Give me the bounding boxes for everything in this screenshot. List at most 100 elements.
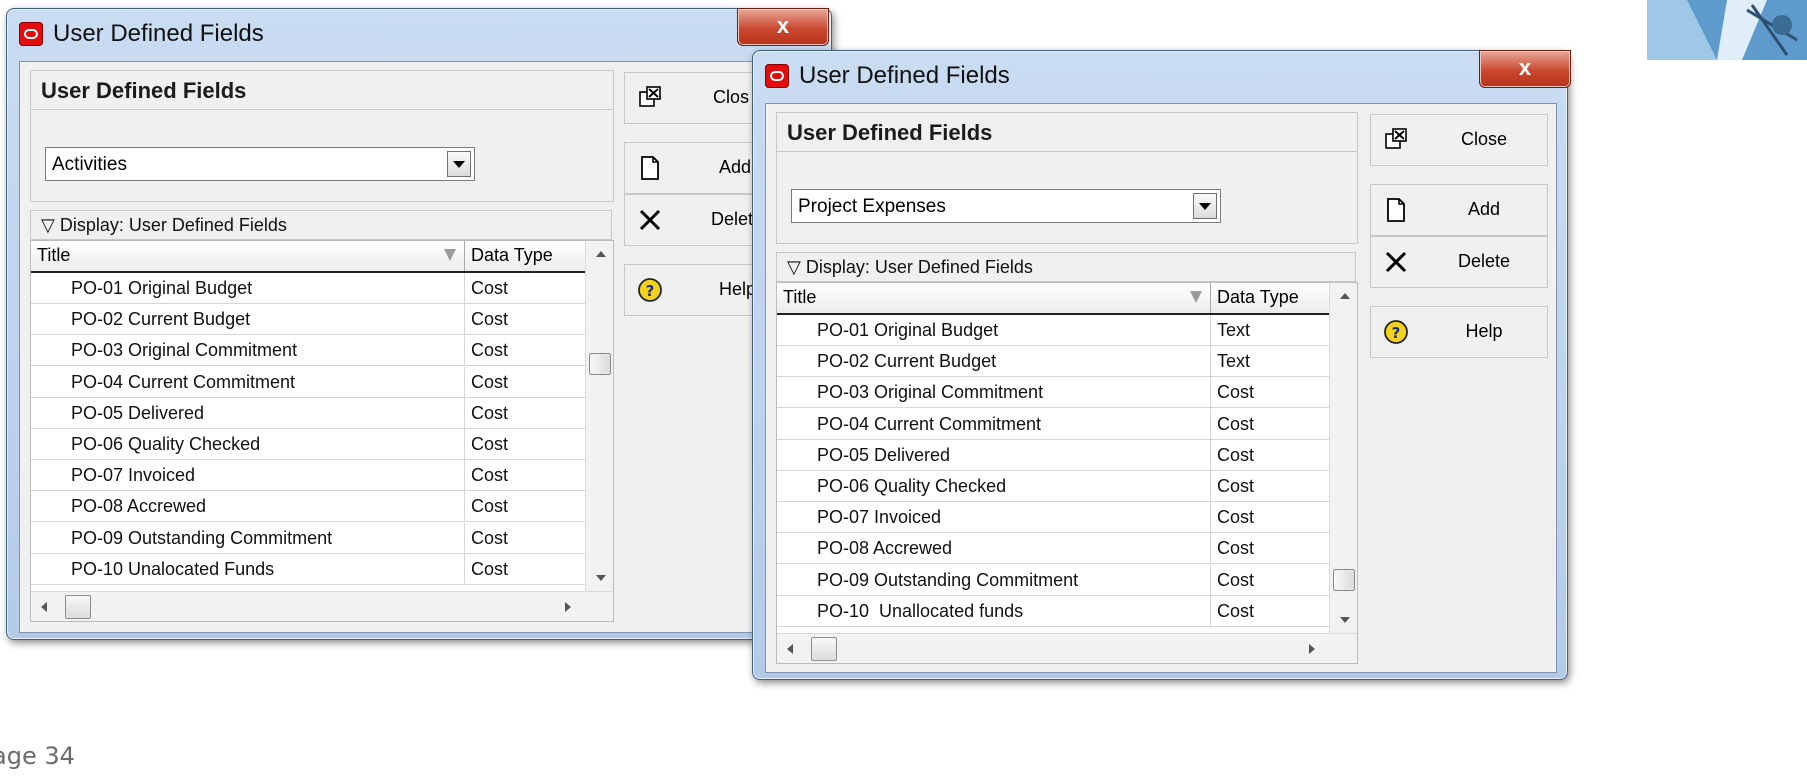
- title-bar[interactable]: User Defined Fields x: [7, 8, 831, 61]
- column-separator: [464, 429, 465, 460]
- table-row[interactable]: PO-05 Delivered Cost: [31, 397, 585, 429]
- column-separator: [1210, 346, 1211, 378]
- scroll-up-icon[interactable]: [1340, 293, 1350, 299]
- column-header-title[interactable]: Title: [31, 241, 465, 271]
- table-row[interactable]: PO-02 Current Budget Text: [777, 346, 1329, 378]
- horizontal-scrollbar[interactable]: [31, 591, 613, 621]
- new-document-icon: [641, 156, 659, 180]
- column-separator: [464, 491, 465, 523]
- window-close-button[interactable]: x: [1479, 50, 1571, 88]
- row-title: PO-03 Original Commitment: [71, 340, 298, 361]
- row-title: PO-08 Accrewed: [71, 496, 207, 517]
- user-defined-fields-window-activities: User Defined Fields x User Defined Field…: [6, 8, 832, 640]
- column-separator: [464, 522, 465, 554]
- row-title: PO-07 Invoiced: [817, 507, 942, 528]
- row-title: PO-05 Delivered: [71, 402, 205, 423]
- column-datatype-label: Data Type: [471, 245, 553, 265]
- scroll-left-icon[interactable]: [41, 602, 47, 612]
- scroll-thumb[interactable]: [1333, 569, 1355, 591]
- column-separator: [1210, 502, 1211, 534]
- table-row[interactable]: PO-10 Unalocated Funds Cost: [31, 553, 585, 585]
- table-header: Title Data Type: [777, 283, 1329, 315]
- table-row[interactable]: PO-06 Quality Checked Cost: [777, 471, 1329, 502]
- table-row[interactable]: PO-09 Outstanding Commitment Cost: [777, 564, 1329, 596]
- table-row[interactable]: PO-09 Outstanding Commitment Cost: [31, 522, 585, 554]
- udf-header-panel: User Defined Fields Activities: [30, 70, 614, 202]
- delete-x-icon: [1385, 251, 1407, 273]
- row-data-type: Cost: [471, 558, 509, 579]
- row-title: PO-01 Original Budget: [71, 278, 253, 298]
- scroll-thumb-horizontal[interactable]: [811, 637, 837, 661]
- add-button[interactable]: Add: [1370, 184, 1548, 236]
- table-row[interactable]: PO-01 Original Budget Cost: [31, 273, 585, 304]
- row-title: PO-03 Original Commitment: [817, 382, 1044, 403]
- chevron-down-icon[interactable]: [1193, 193, 1217, 219]
- chevron-down-icon[interactable]: [447, 151, 471, 177]
- table-row[interactable]: PO-08 Accrewed Cost: [777, 533, 1329, 565]
- row-data-type: Cost: [471, 527, 509, 548]
- row-data-type: Cost: [471, 465, 509, 486]
- filter-icon[interactable]: [1190, 291, 1202, 303]
- table-row[interactable]: PO-03 Original Commitment Cost: [31, 335, 585, 367]
- column-header-title[interactable]: Title: [777, 283, 1211, 313]
- subject-area-value: Project Expenses: [798, 196, 946, 217]
- column-separator: [1210, 533, 1211, 565]
- table-row[interactable]: PO-10 Unallocated funds Cost: [777, 595, 1329, 627]
- help-button[interactable]: ? Help: [1370, 306, 1548, 358]
- row-title: PO-01 Original Budget: [817, 320, 999, 340]
- table-row[interactable]: PO-07 Invoiced Cost: [31, 460, 585, 492]
- scroll-down-icon[interactable]: [1340, 617, 1350, 623]
- column-separator: [464, 460, 465, 492]
- table-row[interactable]: PO-08 Accrewed Cost: [31, 491, 585, 523]
- panel-header: User Defined Fields: [777, 113, 1357, 152]
- table-row[interactable]: PO-07 Invoiced Cost: [777, 502, 1329, 534]
- scroll-thumb-horizontal[interactable]: [65, 595, 91, 619]
- table-row[interactable]: PO-05 Delivered Cost: [777, 439, 1329, 471]
- scroll-down-icon[interactable]: [596, 575, 606, 581]
- table-row[interactable]: PO-04 Current Commitment Cost: [31, 366, 585, 398]
- table-row[interactable]: PO-02 Current Budget Cost: [31, 304, 585, 336]
- scroll-up-icon[interactable]: [596, 251, 606, 257]
- row-title: PO-08 Accrewed: [817, 538, 953, 559]
- window-client-area: User Defined Fields Activities ▽ Display…: [19, 61, 821, 633]
- vertical-scrollbar[interactable]: [585, 241, 613, 591]
- oracle-app-icon: [19, 22, 43, 46]
- column-separator: [1210, 471, 1211, 502]
- subject-area-dropdown[interactable]: Activities: [45, 147, 475, 181]
- close-button[interactable]: Close: [1370, 114, 1548, 166]
- help-button-label: Help: [1465, 321, 1503, 341]
- table-header: Title Data Type: [31, 241, 585, 273]
- udf-table: Title Data Type PO-01 Original Budget Cos…: [30, 240, 614, 622]
- column-header-data-type[interactable]: Data Type: [1211, 283, 1329, 313]
- column-header-data-type[interactable]: Data Type: [465, 241, 585, 271]
- new-document-icon: [1387, 198, 1405, 222]
- scroll-thumb[interactable]: [589, 353, 611, 375]
- scroll-right-icon[interactable]: [565, 602, 571, 612]
- table-row[interactable]: PO-01 Original Budget Text: [777, 315, 1329, 346]
- row-data-type: Cost: [471, 371, 509, 392]
- subject-area-dropdown[interactable]: Project Expenses: [791, 189, 1221, 223]
- row-data-type: Cost: [1217, 569, 1255, 590]
- column-separator: [1210, 408, 1211, 440]
- vertical-scrollbar[interactable]: [1329, 283, 1357, 633]
- scroll-right-icon[interactable]: [1309, 644, 1315, 654]
- row-data-type: Text: [1217, 320, 1251, 340]
- display-options-bar[interactable]: ▽ Display: User Defined Fields: [30, 210, 612, 240]
- display-options-label: ▽ Display: User Defined Fields: [41, 215, 287, 235]
- column-separator: [1210, 377, 1211, 409]
- title-bar[interactable]: User Defined Fields x: [753, 50, 1571, 103]
- delete-button[interactable]: Delete: [1370, 236, 1548, 288]
- display-options-bar[interactable]: ▽ Display: User Defined Fields: [776, 252, 1356, 282]
- filter-icon[interactable]: [444, 249, 456, 261]
- scroll-left-icon[interactable]: [787, 644, 793, 654]
- table-row[interactable]: PO-03 Original Commitment Cost: [777, 377, 1329, 409]
- horizontal-scrollbar[interactable]: [777, 633, 1357, 663]
- add-button-label: Add: [1467, 199, 1501, 219]
- help-question-icon: ?: [638, 278, 662, 302]
- table-row[interactable]: PO-06 Quality Checked Cost: [31, 429, 585, 460]
- window-close-button[interactable]: x: [737, 8, 829, 46]
- table-row[interactable]: PO-04 Current Commitment Cost: [777, 408, 1329, 440]
- column-separator: [1210, 595, 1211, 627]
- row-title: PO-04 Current Commitment: [71, 371, 296, 392]
- panel-header: User Defined Fields: [31, 71, 613, 110]
